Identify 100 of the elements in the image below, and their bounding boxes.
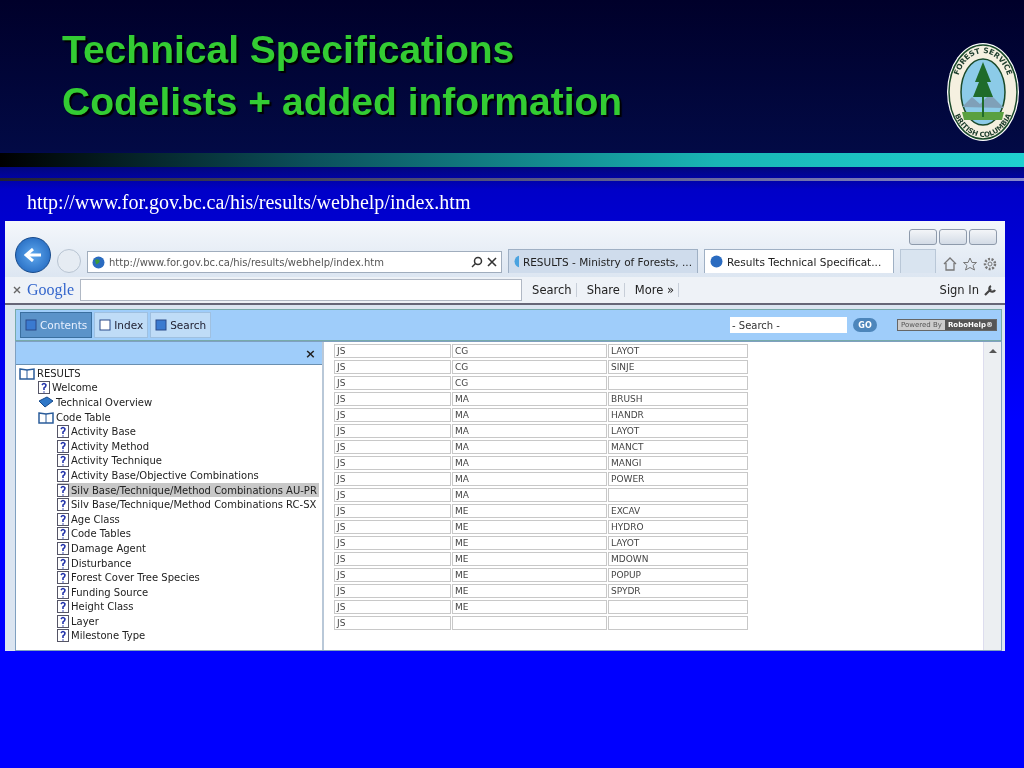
go-button[interactable]: GO bbox=[853, 318, 877, 332]
wrench-icon[interactable] bbox=[983, 284, 997, 296]
table-cell: POPUP bbox=[608, 568, 748, 582]
url-link[interactable]: http://www.for.gov.bc.ca/his/results/webhelp/index.htm bbox=[0, 181, 1024, 221]
slide-title: Codelists + added information bbox=[62, 79, 623, 125]
table-cell: SINJE bbox=[608, 360, 748, 374]
table-cell: JS bbox=[334, 616, 451, 630]
arrow-left-icon bbox=[24, 248, 42, 262]
table-cell: POWER bbox=[608, 472, 748, 486]
tree-item[interactable]: Welcome bbox=[38, 380, 100, 396]
window-close-button[interactable] bbox=[969, 229, 997, 245]
tree-item[interactable]: Silv Base/Technique/Method Combinations RC-SX bbox=[57, 497, 319, 512]
table-cell: MANCT bbox=[608, 440, 748, 454]
table-cell: MA bbox=[452, 488, 607, 502]
table-cell: CG bbox=[452, 376, 607, 390]
more-button[interactable]: More » bbox=[630, 283, 679, 297]
table-cell: ME bbox=[452, 520, 607, 534]
table-cell: JS bbox=[334, 344, 451, 358]
table-cell: MA bbox=[452, 456, 607, 470]
close-icon[interactable] bbox=[487, 257, 497, 267]
table-cell: LAYOT bbox=[608, 424, 748, 438]
tree-item[interactable]: Technical Overview bbox=[38, 395, 155, 410]
table-cell: MA bbox=[452, 440, 607, 454]
search-button[interactable]: Search bbox=[528, 283, 577, 297]
table-cell: JS bbox=[334, 568, 451, 582]
tree-item[interactable]: Disturbance bbox=[57, 555, 134, 571]
table-cell: JS bbox=[334, 600, 451, 614]
tree-item[interactable]: Height Class bbox=[57, 599, 136, 615]
table-cell: JS bbox=[334, 584, 451, 598]
browser-tab[interactable]: Results Technical Specificat... bbox=[704, 249, 894, 273]
address-bar[interactable]: http://www.for.gov.bc.ca/his/results/webhelp/index.htm bbox=[87, 251, 502, 273]
tree-item[interactable]: Activity Technique bbox=[57, 453, 164, 469]
settings-icon[interactable] bbox=[983, 257, 997, 271]
back-button[interactable] bbox=[15, 237, 51, 273]
tree-item[interactable]: Age Class bbox=[57, 511, 122, 527]
help-page-icon bbox=[57, 541, 69, 555]
table-cell: MDOWN bbox=[608, 552, 748, 566]
close-button[interactable]: × bbox=[305, 345, 316, 361]
table-cell: JS bbox=[334, 520, 451, 534]
help-page-icon bbox=[57, 629, 69, 643]
help-page-icon bbox=[57, 498, 69, 512]
tree-item[interactable]: Code Table bbox=[38, 409, 113, 425]
tree-item[interactable]: RESULTS bbox=[19, 366, 83, 381]
search-icon[interactable] bbox=[471, 256, 483, 268]
star-icon[interactable] bbox=[963, 257, 977, 271]
table-cell: EXCAV bbox=[608, 504, 748, 518]
table-cell: JS bbox=[334, 424, 451, 438]
tree-item[interactable]: Code Tables bbox=[57, 526, 133, 542]
sign-in-link[interactable]: Sign In bbox=[939, 283, 979, 297]
table-cell: JS bbox=[334, 408, 451, 422]
table-cell: CG bbox=[452, 360, 607, 374]
help-page-icon bbox=[38, 381, 50, 395]
minimize-button[interactable] bbox=[909, 229, 937, 245]
table-cell: ME bbox=[452, 568, 607, 582]
help-page-icon bbox=[57, 468, 69, 482]
tree-item[interactable]: Milestone Type bbox=[57, 628, 148, 644]
table-cell: JS bbox=[334, 456, 451, 470]
table-cell: MA bbox=[452, 408, 607, 422]
share-button[interactable]: Share bbox=[582, 283, 625, 297]
search-field[interactable] bbox=[80, 279, 523, 301]
tree-item[interactable]: Funding Source bbox=[57, 584, 151, 600]
tree-item[interactable]: Forest Cover Tree Species bbox=[57, 570, 202, 585]
open-book-icon bbox=[38, 410, 54, 424]
table-cell: ME bbox=[452, 584, 607, 598]
browser-tab[interactable]: RESULTS - Ministry of Forests, ... bbox=[508, 249, 698, 273]
nav-tab[interactable]: Search bbox=[150, 312, 212, 338]
table-cell: BRUSH bbox=[608, 392, 748, 406]
tree-item[interactable]: Activity Method bbox=[57, 438, 152, 454]
help-page-icon bbox=[57, 454, 69, 468]
tree-item[interactable]: Layer bbox=[57, 614, 101, 629]
table-cell: JS bbox=[334, 360, 451, 374]
table-cell: JS bbox=[334, 392, 451, 406]
tree-item[interactable]: Damage Agent bbox=[57, 541, 148, 556]
home-icon[interactable] bbox=[943, 257, 957, 271]
google-logo: Google bbox=[27, 281, 75, 299]
search-field[interactable]: - Search - bbox=[730, 317, 847, 333]
table-cell: SPYDR bbox=[608, 584, 748, 598]
open-book-icon bbox=[19, 366, 35, 380]
nav-tab[interactable]: Index bbox=[94, 312, 149, 338]
table-cell: MA bbox=[452, 472, 607, 486]
table-cell: JS bbox=[334, 536, 451, 550]
scrollbar[interactable] bbox=[983, 342, 1001, 650]
table-cell: CG bbox=[452, 344, 607, 358]
table-cell: JS bbox=[334, 552, 451, 566]
scroll-up-icon[interactable] bbox=[988, 348, 997, 354]
table-cell: ME bbox=[452, 504, 607, 518]
table-cell: LAYOT bbox=[608, 536, 748, 550]
tree-item[interactable]: Activity Base/Objective Combinations bbox=[57, 468, 261, 483]
table-cell: JS bbox=[334, 440, 451, 454]
maximize-button[interactable] bbox=[939, 229, 967, 245]
table-cell: JS bbox=[334, 472, 451, 486]
table-cell: MA bbox=[452, 424, 607, 438]
help-page-icon bbox=[57, 614, 69, 628]
table-cell: ME bbox=[452, 600, 607, 614]
help-page-icon bbox=[57, 556, 69, 570]
table-cell: HANDR bbox=[608, 408, 748, 422]
help-page-icon bbox=[57, 425, 69, 439]
tree-item[interactable]: Silv Base/Technique/Method Combinations AU-PR bbox=[57, 482, 319, 498]
tree-item[interactable]: Activity Base bbox=[57, 424, 138, 439]
help-page-icon bbox=[57, 439, 69, 453]
